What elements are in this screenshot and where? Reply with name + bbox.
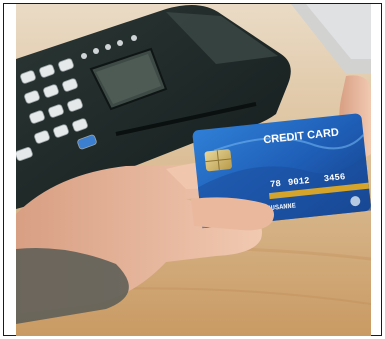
photo-frame: CREDIT CARD 78 9012 3456 SUSANNE [3, 3, 382, 336]
payment-photo: CREDIT CARD 78 9012 3456 SUSANNE [16, 4, 371, 336]
card-number-group-1: 78 [270, 179, 282, 190]
payment-scene-illustration: CREDIT CARD 78 9012 3456 SUSANNE [16, 4, 371, 336]
